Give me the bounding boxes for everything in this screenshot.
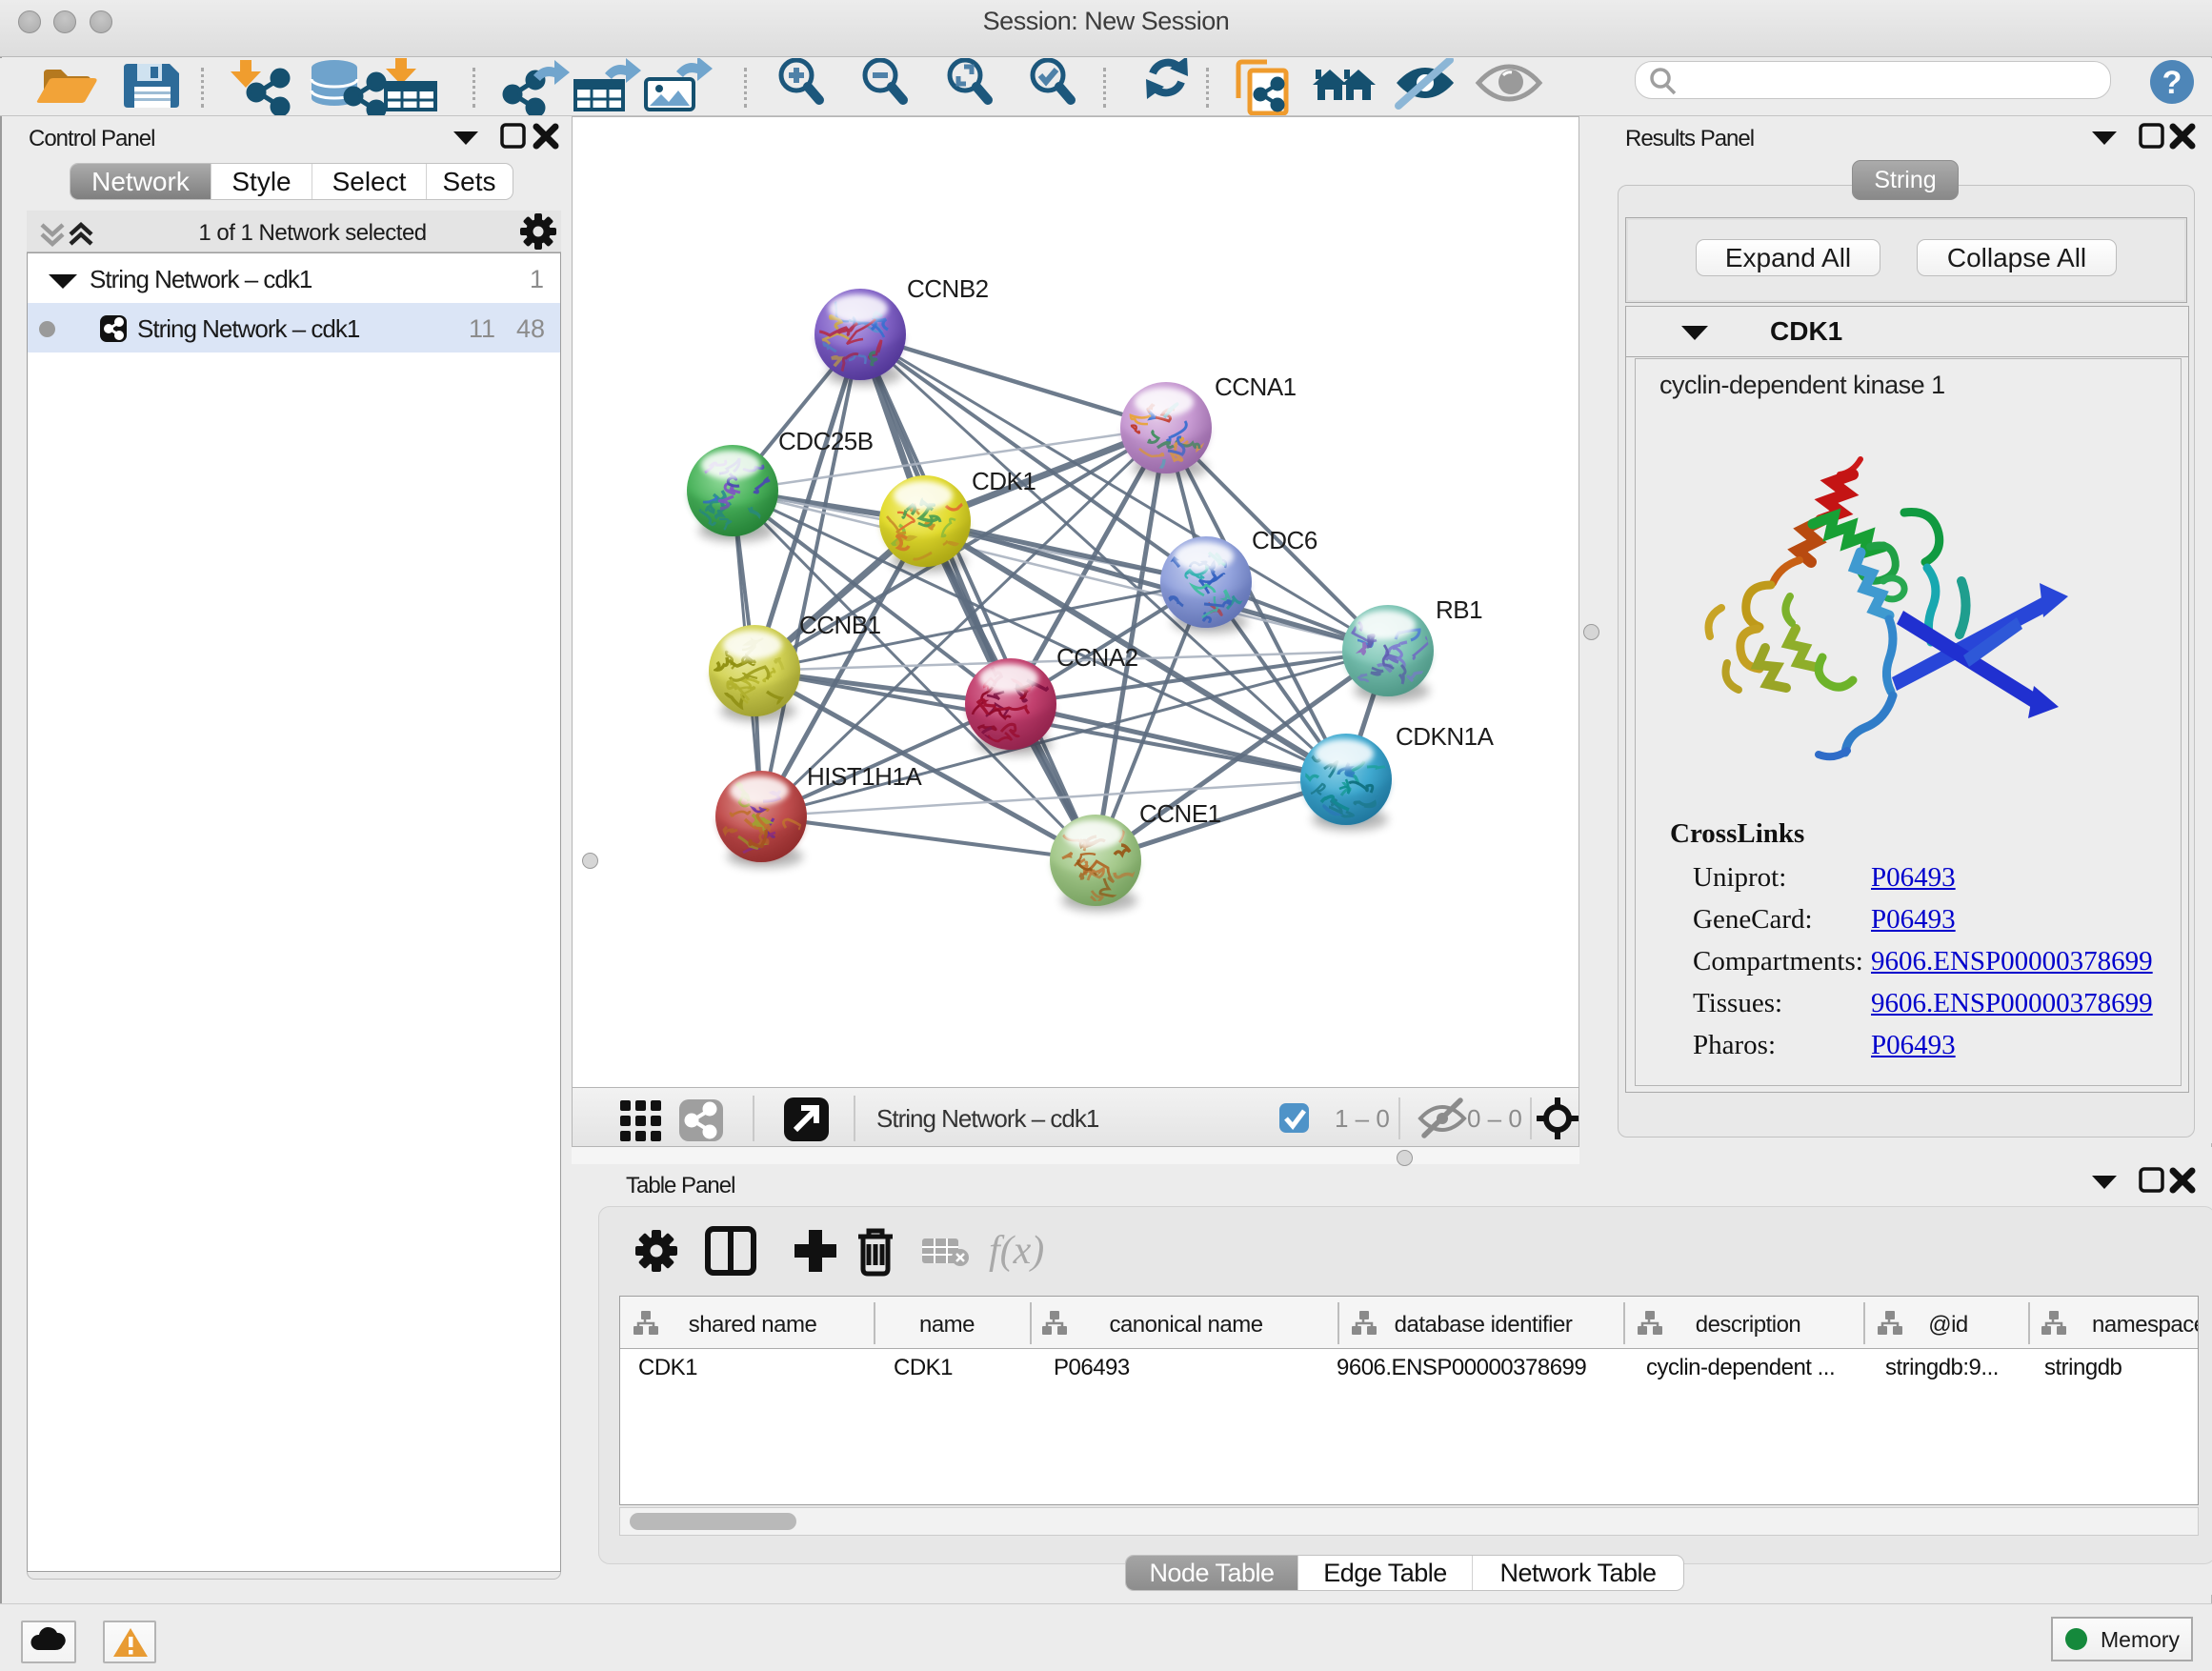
svg-text:CDC25B: CDC25B	[778, 427, 874, 455]
svg-text:CCNB1: CCNB1	[799, 611, 881, 639]
svg-text:@id: @id	[1928, 1312, 1968, 1338]
svg-text:database identifier: database identifier	[1395, 1312, 1573, 1338]
svg-text:CDC6: CDC6	[1252, 526, 1317, 554]
svg-text:canonical name: canonical name	[1109, 1312, 1262, 1338]
svg-text:shared name: shared name	[689, 1312, 817, 1338]
svg-text:CCNB2: CCNB2	[907, 274, 989, 303]
svg-text:description: description	[1696, 1312, 1801, 1338]
svg-text:1 – 0: 1 – 0	[1335, 1104, 1390, 1133]
svg-text:CCNE1: CCNE1	[1139, 799, 1221, 828]
svg-text:f(x): f(x)	[989, 1229, 1044, 1273]
svg-text:CDK1: CDK1	[972, 467, 1036, 495]
svg-text:HIST1H1A: HIST1H1A	[807, 762, 922, 791]
svg-text:?: ?	[2162, 65, 2182, 101]
svg-text:1 of 1 Network selected: 1 of 1 Network selected	[198, 220, 426, 246]
svg-text:RB1: RB1	[1436, 595, 1482, 624]
svg-text:CCNA1: CCNA1	[1215, 372, 1297, 401]
svg-text:namespace: namespace	[2092, 1312, 2198, 1338]
svg-text:String Network – cdk1: String Network – cdk1	[876, 1104, 1099, 1133]
svg-text:0 – 0: 0 – 0	[1467, 1104, 1522, 1133]
svg-text:CCNA2: CCNA2	[1056, 643, 1138, 672]
svg-text:CDKN1A: CDKN1A	[1396, 722, 1495, 751]
svg-text:name: name	[919, 1312, 975, 1338]
